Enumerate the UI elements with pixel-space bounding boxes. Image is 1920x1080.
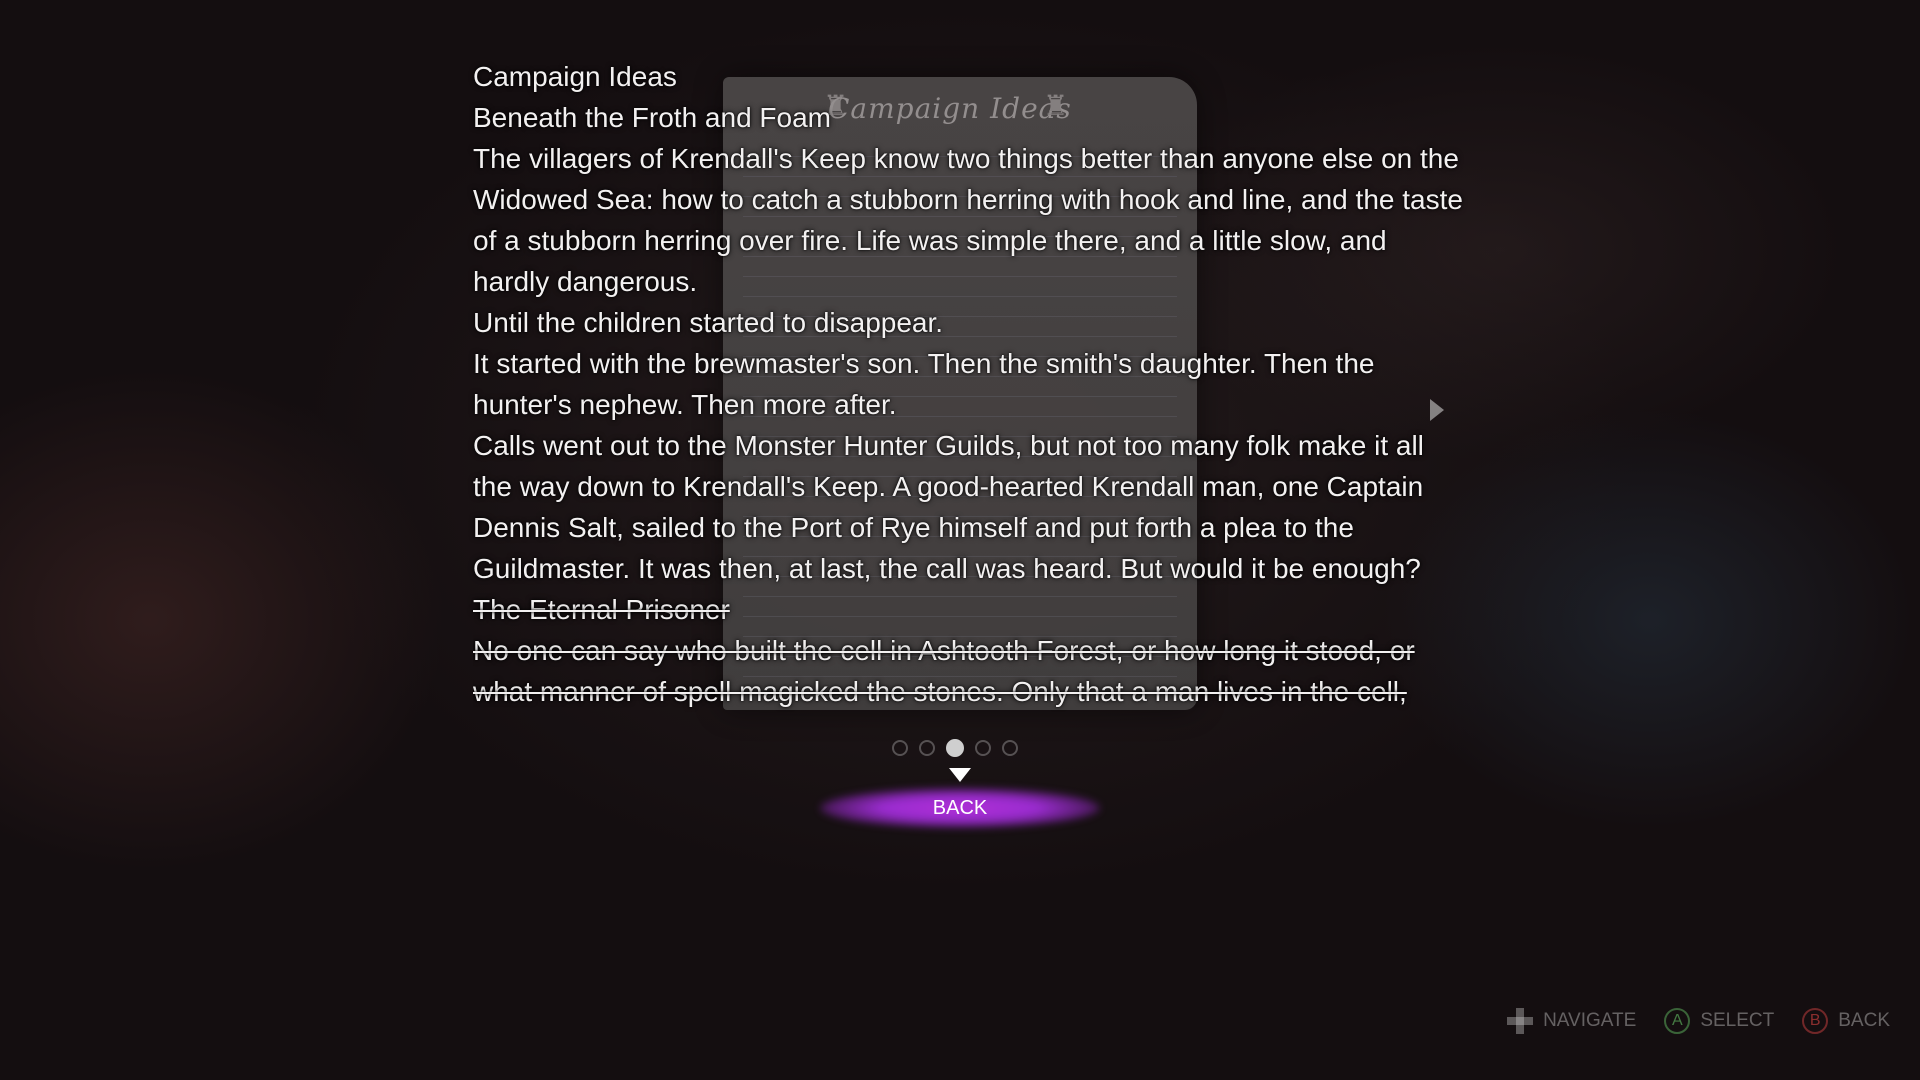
dpad-icon — [1507, 1008, 1534, 1034]
page-dot[interactable] — [919, 740, 935, 756]
back-button[interactable]: BACK — [820, 778, 1100, 828]
clipped-text-region: No one can say who built the cell in Ash… — [473, 630, 1463, 712]
paragraph: The villagers of Krendall's Keep know tw… — [473, 143, 1463, 297]
hint-back: B BACK — [1802, 1008, 1890, 1034]
controller-hints: NAVIGATE A SELECT B BACK — [1507, 1008, 1890, 1034]
back-button-label: BACK — [932, 797, 988, 819]
page-dot-active[interactable] — [946, 739, 964, 757]
section-title-struck: The Eternal Prisoner — [473, 594, 730, 625]
b-button-icon: B — [1802, 1008, 1829, 1034]
paragraph: Until the children started to disappear. — [473, 307, 944, 338]
page-dot[interactable] — [975, 740, 991, 756]
paragraph-struck: No one can say who built the cell in Ash… — [473, 635, 1415, 707]
a-button-icon: A — [1664, 1008, 1691, 1034]
page-dot[interactable] — [1002, 740, 1018, 756]
hint-navigate-label: NAVIGATE — [1543, 1010, 1637, 1031]
hint-select-label: SELECT — [1700, 1010, 1775, 1031]
note-title: Campaign Ideas — [473, 61, 677, 92]
next-page-arrow-icon[interactable] — [1430, 399, 1444, 421]
hint-select: A SELECT — [1664, 1008, 1774, 1034]
paragraph: Calls went out to the Monster Hunter Gui… — [473, 430, 1424, 584]
paragraph: It started with the brewmaster's son. Th… — [473, 348, 1375, 420]
page-indicator — [892, 739, 1018, 757]
note-text-panel: Campaign Ideas Beneath the Froth and Foa… — [473, 56, 1463, 712]
section-title: Beneath the Froth and Foam — [473, 102, 831, 133]
hint-back-label: BACK — [1838, 1010, 1890, 1031]
hint-navigate: NAVIGATE — [1507, 1008, 1636, 1034]
page-dot[interactable] — [892, 740, 908, 756]
